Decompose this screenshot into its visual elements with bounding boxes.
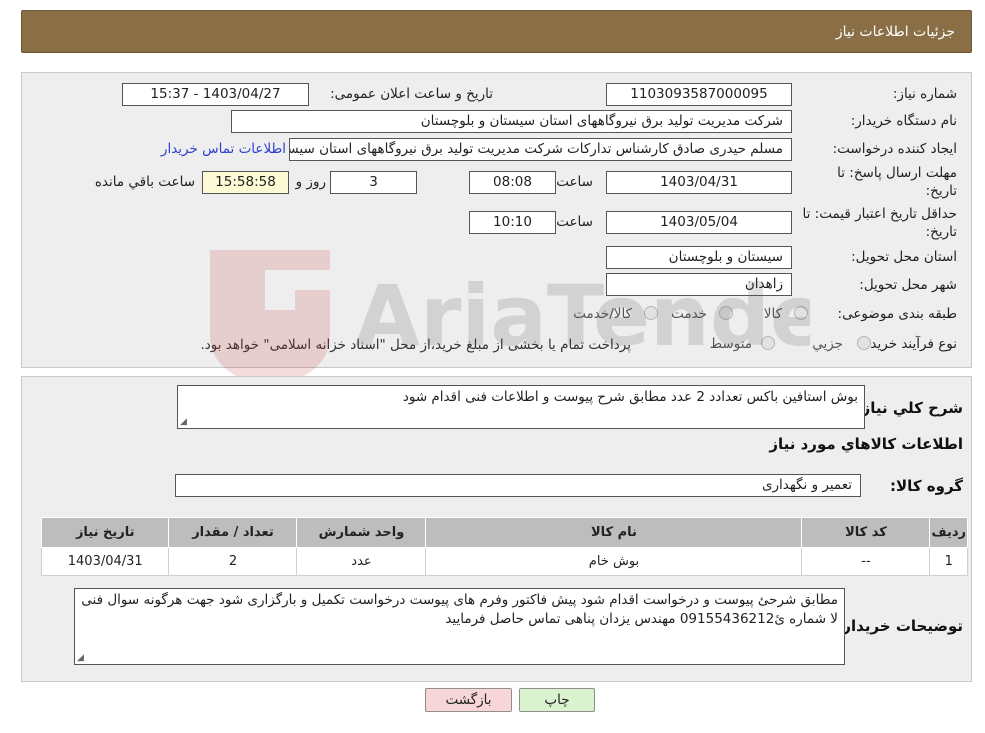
- need-details-panel: شرح کلي نیاز: بوش استافین باکس تعدادد 2 …: [21, 376, 972, 682]
- validity-date-field: 1403/05/04: [606, 211, 792, 234]
- deadline-label: مهلت ارسال پاسخ: تا: [837, 165, 957, 181]
- creator-field: مسلم حیدری صادق کارشناس تدارکات شرکت مدی…: [289, 138, 792, 161]
- process-minor-label: جزيي: [812, 336, 843, 352]
- resize-grip-icon[interactable]: ◢: [77, 654, 84, 663]
- goods-group-label: گروه کالا:: [890, 477, 963, 495]
- deadline-label-date: تاریخ:: [925, 183, 957, 199]
- validity-label: حداقل تاریخ اعتبار قیمت: تا: [802, 206, 957, 222]
- goods-table: ردیف کد کالا نام کالا واحد شمارش تعداد /…: [40, 517, 968, 576]
- cell-item-code: --: [801, 547, 931, 576]
- page-header: جزئیات اطلاعات نیاز: [21, 10, 972, 53]
- announce-field: 1403/04/27 - 15:37: [122, 83, 309, 106]
- col-unit: واحد شمارش: [296, 517, 427, 548]
- category-service-radio[interactable]: [719, 306, 733, 320]
- remaining-time-field: 15:58:58: [202, 171, 289, 194]
- province-label: استان محل تحویل:: [851, 249, 957, 265]
- remaining-label: ساعت باقي مانده: [94, 174, 195, 190]
- process-label: نوع فرآیند خرید :: [861, 336, 957, 352]
- category-goods-service-label: کالا/خدمت: [573, 306, 632, 322]
- summary-textarea[interactable]: بوش استافین باکس تعدادد 2 عدد مطابق شرح …: [177, 385, 865, 429]
- buyer-notes-textarea[interactable]: مطابق شرحئ پیوست و درخواست اقدام شود پیش…: [74, 588, 845, 665]
- buyer-org-label: نام دستگاه خریدار:: [850, 113, 957, 129]
- col-item-name: نام کالا: [425, 517, 803, 548]
- buyer-org-field: شرکت مدیریت تولید برق نیروگاههای استان س…: [231, 110, 792, 133]
- goods-info-title: اطلاعات کالاهاي مورد نياز: [769, 435, 963, 453]
- validity-label-date: تاریخ:: [925, 224, 957, 240]
- buyer-notes-label: توضیحات خریدار:: [836, 617, 963, 635]
- summary-text: بوش استافین باکس تعدادد 2 عدد مطابق شرح …: [402, 389, 858, 405]
- col-quantity: تعداد / مقدار: [168, 517, 298, 548]
- page-title: جزئیات اطلاعات نیاز: [835, 24, 955, 40]
- category-label: طبقه بندی موضوعی:: [837, 306, 957, 322]
- remaining-days-field: 3: [330, 171, 417, 194]
- resize-grip-icon[interactable]: ◢: [180, 418, 187, 427]
- category-goods-label: کالا: [763, 306, 782, 322]
- goods-group-field: تعمیر و نگهداری: [175, 474, 861, 497]
- cell-need-date: 1403/04/31: [40, 547, 170, 576]
- deadline-time-field: 08:08: [469, 171, 556, 194]
- city-field: زاهدان: [606, 273, 792, 296]
- process-minor-radio[interactable]: [857, 336, 871, 350]
- validity-time-label: ساعت: [556, 214, 593, 230]
- creator-label: ایجاد کننده درخواست:: [832, 141, 957, 157]
- table-header-row: ردیف کد کالا نام کالا واحد شمارش تعداد /…: [40, 517, 968, 548]
- cell-row-number: 1: [929, 547, 968, 576]
- cell-item-name: بوش خام: [425, 547, 803, 576]
- back-button[interactable]: بازگشت: [425, 688, 512, 712]
- cell-quantity: 2: [168, 547, 298, 576]
- days-label: روز و: [295, 174, 326, 190]
- deadline-time-label: ساعت: [556, 174, 593, 190]
- summary-label: شرح کلي نیاز:: [855, 399, 963, 417]
- col-need-date: تاریخ نیاز: [40, 517, 170, 548]
- col-row-number: ردیف: [929, 517, 968, 548]
- category-service-label: خدمت: [671, 306, 707, 322]
- province-field: سیستان و بلوچستان: [606, 246, 792, 269]
- city-label: شهر محل تحویل:: [859, 277, 957, 293]
- category-goods-service-radio[interactable]: [644, 306, 658, 320]
- process-note: پرداخت تمام یا بخشی از مبلغ خرید،از محل …: [200, 337, 631, 353]
- validity-time-field: 10:10: [469, 211, 556, 234]
- buyer-contact-link[interactable]: اطلاعات تماس خریدار: [161, 141, 286, 157]
- process-medium-label: متوسط: [709, 336, 752, 352]
- print-button[interactable]: چاپ: [519, 688, 595, 712]
- need-info-panel: شماره نیاز: 1103093587000095 تاریخ و ساع…: [21, 72, 972, 368]
- cell-unit: عدد: [296, 547, 427, 576]
- category-goods-radio[interactable]: [794, 306, 808, 320]
- deadline-date-field: 1403/04/31: [606, 171, 792, 194]
- need-number-field: 1103093587000095: [606, 83, 792, 106]
- buyer-notes-text: مطابق شرحئ پیوست و درخواست اقدام شود پیش…: [81, 592, 838, 627]
- announce-label: تاریخ و ساعت اعلان عمومی:: [330, 86, 493, 102]
- table-row: 1 -- بوش خام عدد 2 1403/04/31: [40, 547, 968, 576]
- process-medium-radio[interactable]: [761, 336, 775, 350]
- col-item-code: کد کالا: [801, 517, 931, 548]
- need-number-label: شماره نیاز:: [892, 86, 957, 102]
